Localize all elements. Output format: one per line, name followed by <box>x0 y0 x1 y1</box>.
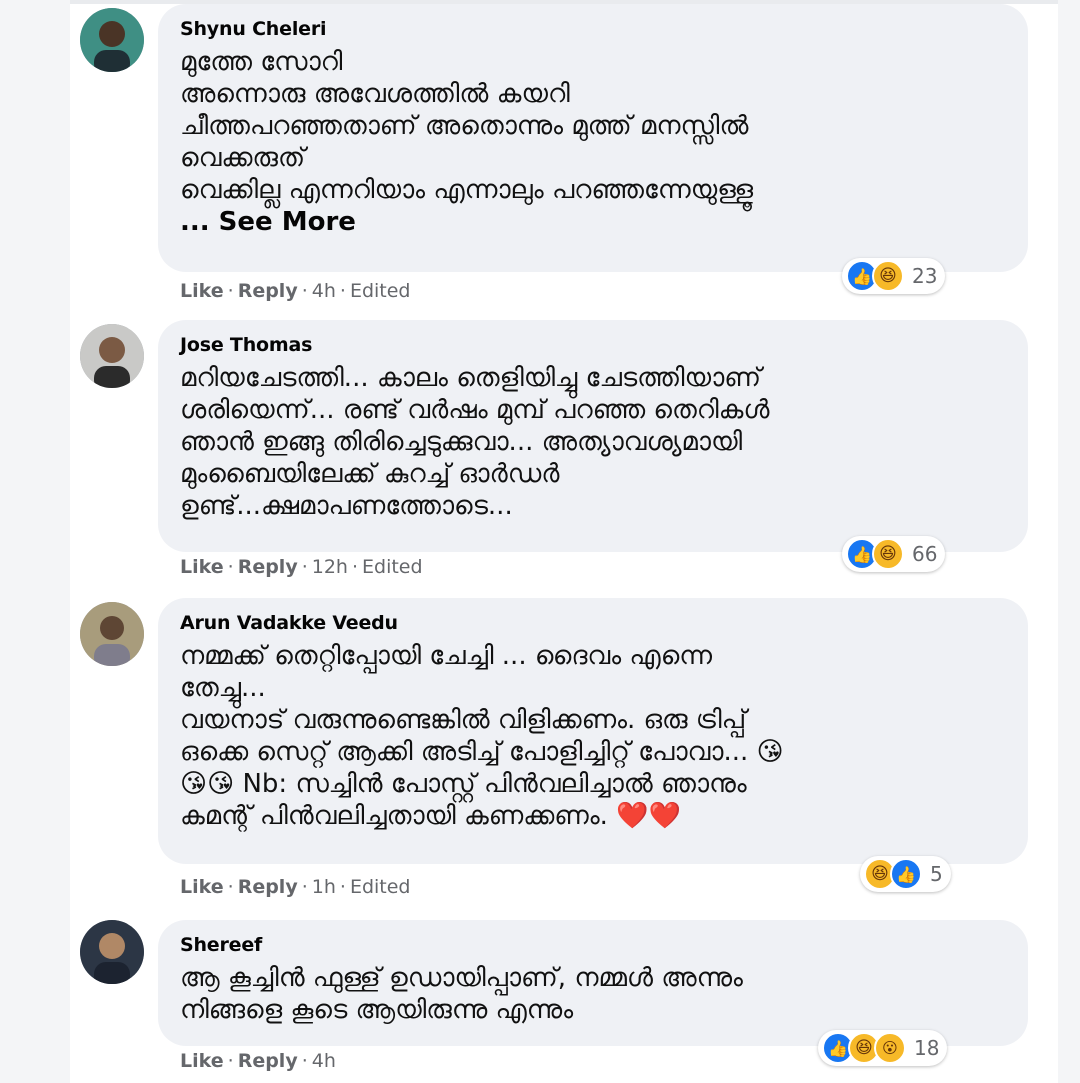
avatar[interactable] <box>80 920 144 984</box>
user-avatar-icon <box>80 920 144 984</box>
comment-timestamp[interactable]: 4h <box>312 1050 336 1072</box>
like-button[interactable]: Like <box>180 556 224 578</box>
comment-timestamp[interactable]: 12h <box>312 556 348 578</box>
frame-edge-left <box>0 0 70 1083</box>
haha-icon: 😆 <box>872 538 904 570</box>
reaction-summary[interactable]: 👍 😆 😮 18 <box>818 1030 948 1066</box>
comment-bubble: Shynu Cheleri മുത്തേ സോറി അന്നൊരു അവേശത്… <box>158 4 1028 272</box>
comment-actions: Like · Reply · 4h · Edited <box>180 280 411 302</box>
wow-icon: 😮 <box>874 1032 906 1064</box>
comment-author[interactable]: Jose Thomas <box>180 334 1004 356</box>
edited-label[interactable]: Edited <box>362 556 423 578</box>
avatar[interactable] <box>80 324 144 388</box>
haha-icon: 😆 <box>872 260 904 292</box>
comment-timestamp[interactable]: 1h <box>312 876 336 898</box>
like-button[interactable]: Like <box>180 876 224 898</box>
reply-button[interactable]: Reply <box>238 1050 298 1072</box>
comment-text: മുത്തേ സോറി അന്നൊരു അവേശത്തിൽ കയറി ചീത്ത… <box>180 47 754 205</box>
user-avatar-icon <box>80 8 144 72</box>
reaction-count: 66 <box>912 542 938 566</box>
user-avatar-icon <box>80 324 144 388</box>
like-icon: 👍 <box>890 858 922 890</box>
avatar[interactable] <box>80 8 144 72</box>
reaction-count: 23 <box>912 264 938 288</box>
reply-button[interactable]: Reply <box>238 876 298 898</box>
edited-label[interactable]: Edited <box>350 876 411 898</box>
see-more-link[interactable]: ... See More <box>180 207 356 237</box>
edited-label[interactable]: Edited <box>350 280 411 302</box>
comment-bubble: Arun Vadakke Veedu നമ്മക്ക് തെറ്റിപ്പോയി… <box>158 598 1028 864</box>
like-button[interactable]: Like <box>180 280 224 302</box>
comment-bubble: Jose Thomas മറിയചേടത്തി... കാലം തെളിയിച്… <box>158 320 1028 552</box>
comment-text: നമ്മക്ക് തെറ്റിപ്പോയി ചേച്ചി ... ദൈവം എന… <box>180 641 784 831</box>
comment-actions: Like · Reply · 12h · Edited <box>180 556 423 578</box>
reply-button[interactable]: Reply <box>238 556 298 578</box>
reaction-count: 18 <box>914 1036 940 1060</box>
comment-actions: Like · Reply · 1h · Edited <box>180 876 411 898</box>
comment-author[interactable]: Shynu Cheleri <box>180 18 1004 40</box>
reaction-count: 5 <box>930 862 943 886</box>
reaction-summary[interactable]: 😆 👍 5 <box>860 856 951 892</box>
avatar[interactable] <box>80 602 144 666</box>
comment-timestamp[interactable]: 4h <box>312 280 336 302</box>
comment-author[interactable]: Shereef <box>180 934 1004 956</box>
reply-button[interactable]: Reply <box>238 280 298 302</box>
comment-text: മറിയചേടത്തി... കാലം തെളിയിച്ചു ചേടത്തിയാ… <box>180 363 770 521</box>
reaction-summary[interactable]: 👍 😆 66 <box>842 536 946 572</box>
comment-actions: Like · Reply · 4h <box>180 1050 336 1072</box>
comment-author[interactable]: Arun Vadakke Veedu <box>180 612 1004 634</box>
like-button[interactable]: Like <box>180 1050 224 1072</box>
comment-bubble: Shereef ആ കൂച്ചിൻ ഫുള്ള് ഉഡായിപ്പാണ്, നമ… <box>158 920 1028 1046</box>
reaction-summary[interactable]: 👍 😆 23 <box>842 258 946 294</box>
comment-text: ആ കൂച്ചിൻ ഫുള്ള് ഉഡായിപ്പാണ്, നമ്മൾ അന്ന… <box>180 963 743 1025</box>
frame-edge-right <box>1058 0 1080 1083</box>
user-avatar-icon <box>80 602 144 666</box>
